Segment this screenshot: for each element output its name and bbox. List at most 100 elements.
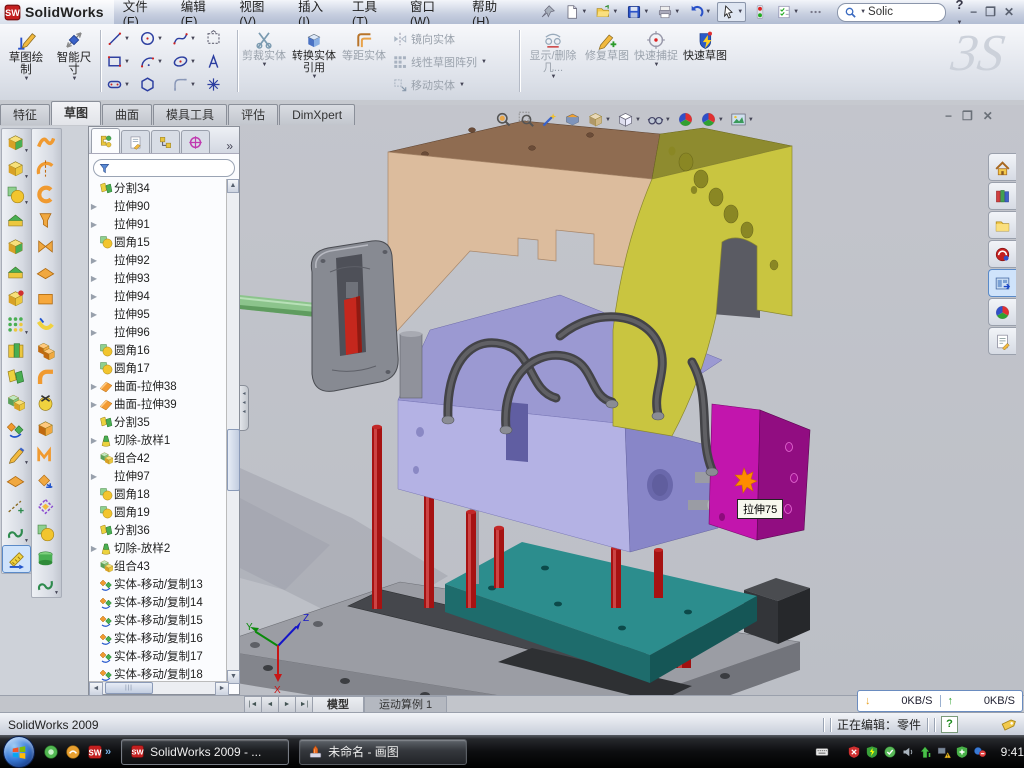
- replace-face-tool[interactable]: [32, 415, 59, 441]
- expand-arrow-icon[interactable]: ▶: [89, 328, 99, 337]
- tab-特征[interactable]: 特征: [0, 104, 50, 125]
- thicken-tool[interactable]: [32, 545, 59, 571]
- start-button[interactable]: [3, 736, 35, 768]
- tree-horizontal-scrollbar[interactable]: ◄ ||| ►: [89, 681, 229, 694]
- tree-item[interactable]: 实体-移动/复制17: [89, 647, 229, 665]
- trim-entities-button[interactable]: 剪裁实体▼: [242, 27, 286, 95]
- text-tool[interactable]: [205, 51, 235, 72]
- appearances-scenes-tab[interactable]: [988, 298, 1016, 326]
- tree-item[interactable]: 实体-移动/复制13: [89, 575, 229, 593]
- blocks-tool[interactable]: [2, 337, 29, 363]
- quicklaunch-messenger[interactable]: [43, 744, 59, 760]
- tray-network-warning[interactable]: [937, 745, 951, 759]
- smart-dimension-button[interactable]: 智能尺寸▼: [52, 27, 96, 95]
- tree-item[interactable]: 圆角19: [89, 503, 229, 521]
- panel-expand-button[interactable]: »: [220, 139, 239, 153]
- ruled-surface-tool[interactable]: [32, 363, 59, 389]
- spline-tool[interactable]: ▼: [172, 28, 202, 49]
- dimxpertmanager-tab[interactable]: [181, 130, 210, 153]
- swept-surface-tool[interactable]: [32, 181, 59, 207]
- tree-item[interactable]: 圆角15: [89, 233, 229, 251]
- move-copy-bodies-tool[interactable]: [2, 415, 29, 441]
- tree-item[interactable]: ▶ 切除-放样2: [89, 539, 229, 557]
- quick-tips-icon[interactable]: ?: [941, 716, 958, 733]
- planar-surface-tool[interactable]: [32, 285, 59, 311]
- tree-vertical-scrollbar[interactable]: ▲ ▼: [226, 179, 239, 684]
- tray-messenger[interactable]: [973, 745, 987, 759]
- expand-arrow-icon[interactable]: ▶: [89, 256, 99, 265]
- custom-properties-tab[interactable]: [988, 327, 1016, 355]
- tab-nav-0[interactable]: |◄: [244, 696, 261, 713]
- tree-item[interactable]: 组合43: [89, 557, 229, 575]
- offset-surface-tool[interactable]: [32, 337, 59, 363]
- trim-surface-tool[interactable]: [32, 493, 59, 519]
- scroll-left-arrow[interactable]: ◄: [89, 682, 103, 696]
- repair-sketch-button[interactable]: 修复草图: [584, 27, 630, 95]
- tray-defender[interactable]: [955, 745, 969, 759]
- linear-pattern-tool[interactable]: ▼: [2, 311, 29, 337]
- taskbar-window-0[interactable]: SWSolidWorks 2009 - ...: [121, 739, 289, 765]
- draft-tool[interactable]: [2, 259, 29, 285]
- tree-item[interactable]: 分割36: [89, 521, 229, 539]
- tree-item[interactable]: ▶ 拉伸97: [89, 467, 229, 485]
- doc-minimize-button[interactable]: −: [945, 109, 952, 123]
- convert-entities-button[interactable]: 转换实体引用▼: [288, 27, 340, 95]
- boundary-surface-tool[interactable]: [32, 233, 59, 259]
- tab-模具工具[interactable]: 模具工具: [153, 104, 227, 125]
- graphics-viewport[interactable]: Y Z X ▼▼▼▼▼ − ❒ ✕ ◂◂◂ 拉伸75: [240, 105, 1024, 695]
- featuremanager-tab[interactable]: [91, 128, 120, 153]
- tree-item[interactable]: 组合42: [89, 449, 229, 467]
- polygon-tool[interactable]: [139, 74, 169, 95]
- zoom-selection-button[interactable]: [541, 111, 558, 128]
- tray-antivirus[interactable]: [865, 745, 879, 759]
- file-explorer-tab[interactable]: [988, 211, 1016, 239]
- print-button[interactable]: ▼: [655, 3, 682, 21]
- fillet-tool[interactable]: ▼: [2, 181, 29, 207]
- view-palette-tab[interactable]: [988, 269, 1016, 297]
- spline-tool[interactable]: ▼: [2, 519, 29, 545]
- toolbar-overflow[interactable]: [805, 3, 825, 21]
- tree-item[interactable]: 实体-移动/复制16: [89, 629, 229, 647]
- expand-arrow-icon[interactable]: ▶: [89, 220, 99, 229]
- hide-show-items-button[interactable]: ▼: [647, 111, 671, 128]
- expand-arrow-icon[interactable]: ▶: [89, 436, 99, 445]
- box-select-tool[interactable]: [205, 28, 235, 49]
- help-button[interactable]: ?▼: [956, 0, 971, 27]
- tab-曲面[interactable]: 曲面: [102, 104, 152, 125]
- undo-button[interactable]: ▼: [686, 3, 713, 21]
- rectangle-tool[interactable]: ▼: [106, 51, 136, 72]
- tree-item[interactable]: 实体-移动/复制14: [89, 593, 229, 611]
- restore-button[interactable]: ❒: [985, 5, 996, 19]
- revolved-boss-tool[interactable]: ▼: [2, 155, 29, 181]
- extruded-surface-tool[interactable]: [32, 129, 59, 155]
- revolved-surface-tool[interactable]: [32, 155, 59, 181]
- expand-arrow-icon[interactable]: ▶: [89, 472, 99, 481]
- tree-item[interactable]: ▶ 拉伸92: [89, 251, 229, 269]
- tree-item[interactable]: ▶ 拉伸94: [89, 287, 229, 305]
- part-side-block[interactable]: [709, 404, 810, 540]
- line-tool[interactable]: ▼: [106, 28, 136, 49]
- tree-item[interactable]: 实体-移动/复制15: [89, 611, 229, 629]
- filter-input[interactable]: [93, 159, 235, 177]
- tree-item[interactable]: ▶ 曲面-拉伸39: [89, 395, 229, 413]
- offset-entities-button[interactable]: 等距实体: [342, 27, 386, 95]
- scroll-thumb[interactable]: |||: [105, 682, 153, 694]
- tab-评估[interactable]: 评估: [228, 104, 278, 125]
- tree-item[interactable]: ▶ 拉伸91: [89, 215, 229, 233]
- tree-item[interactable]: ▶ 拉伸90: [89, 197, 229, 215]
- quicklaunch-solidworks[interactable]: SW: [87, 744, 103, 760]
- circle-tool[interactable]: ▼: [139, 28, 169, 49]
- search-input[interactable]: ▼ Solic: [837, 3, 945, 22]
- tree-item[interactable]: ▶ 曲面-拉伸38: [89, 377, 229, 395]
- display-style-button[interactable]: ▼: [617, 111, 641, 128]
- scroll-thumb[interactable]: [227, 429, 240, 491]
- freeform-tool[interactable]: [32, 311, 59, 337]
- delete-face-tool[interactable]: [32, 389, 59, 415]
- tray-update[interactable]: [883, 745, 897, 759]
- tab-nav-3[interactable]: ►|: [295, 696, 312, 713]
- extruded-boss-tool[interactable]: ▼: [2, 129, 29, 155]
- plane-tool[interactable]: [2, 467, 29, 493]
- tree-item[interactable]: ▶ 切除-放样1: [89, 431, 229, 449]
- solidworks-search-tab[interactable]: [988, 240, 1016, 268]
- doc-close-button[interactable]: ✕: [983, 109, 993, 123]
